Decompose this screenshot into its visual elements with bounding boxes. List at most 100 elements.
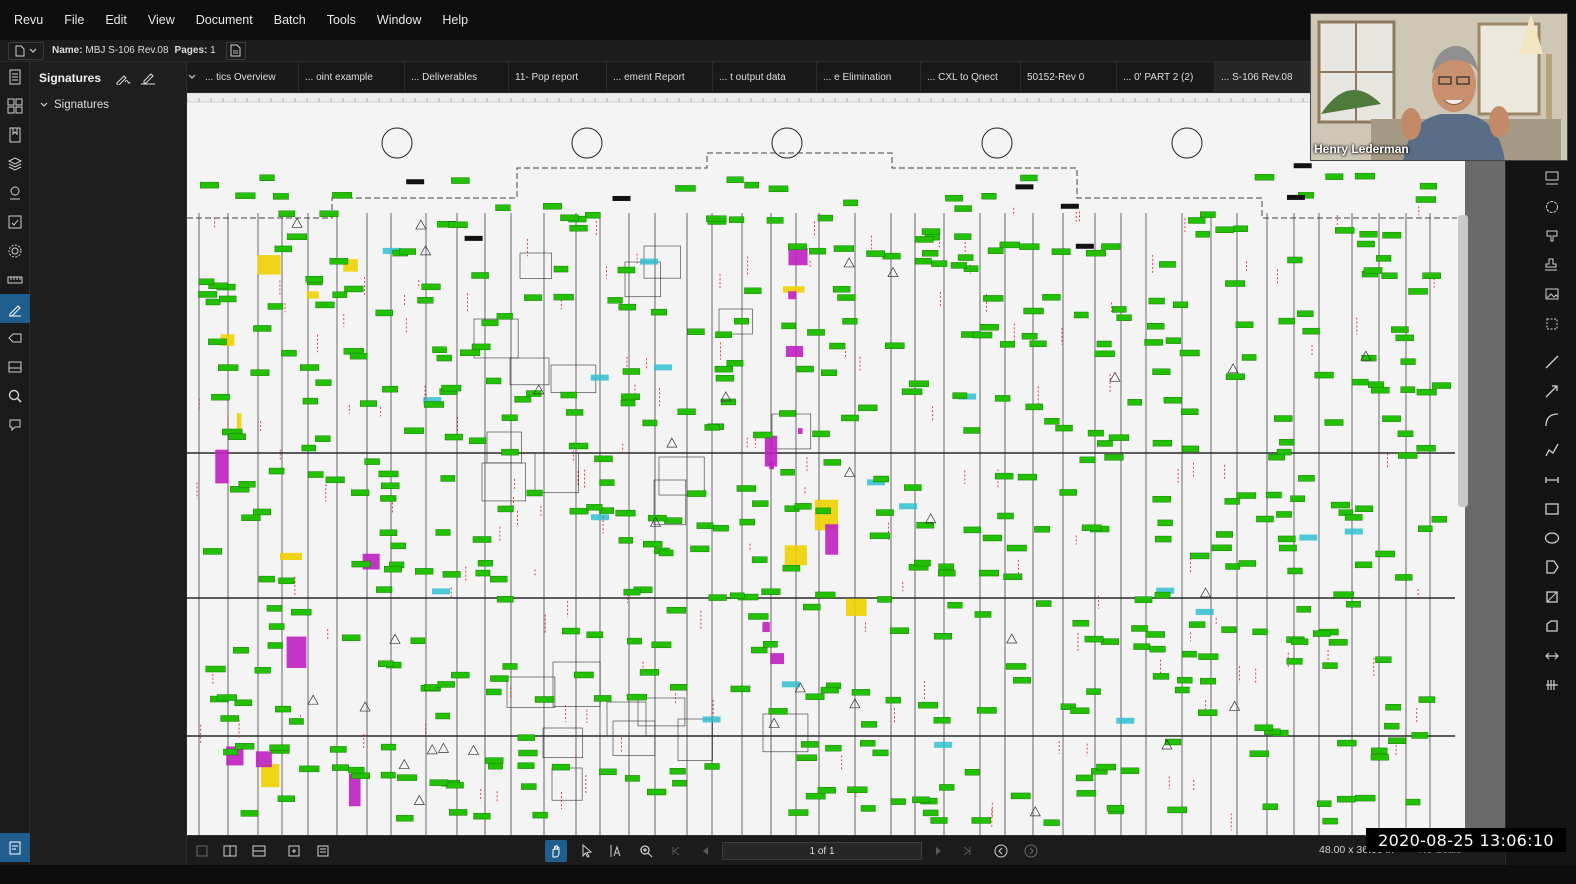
search-tab[interactable]	[0, 381, 30, 410]
zoom-tool-button[interactable]	[635, 840, 657, 862]
cloud-tool[interactable]	[1540, 195, 1564, 219]
file-icon	[9, 69, 21, 84]
ellipse-tool[interactable]	[1540, 526, 1564, 550]
tab-document[interactable]: ... ement Report	[607, 61, 713, 93]
hand-icon	[552, 845, 560, 858]
menu-help[interactable]: Help	[442, 13, 468, 27]
green-check-tag	[720, 398, 736, 406]
properties-tab[interactable]	[0, 236, 30, 265]
menu-view[interactable]: View	[148, 13, 175, 27]
tab-document[interactable]: ... CXL to Qnect	[921, 61, 1021, 93]
digital-id-button[interactable]	[140, 71, 156, 85]
previous-page-button[interactable]	[695, 840, 717, 862]
green-check-tag	[1152, 495, 1171, 503]
revision-triangle	[291, 217, 303, 228]
green-check-tag	[486, 377, 502, 385]
green-check-tag	[748, 613, 769, 620]
compare-button[interactable]	[312, 840, 334, 862]
places-tab[interactable]	[0, 178, 30, 207]
arc-tool[interactable]	[1540, 408, 1564, 432]
document-properties-button[interactable]	[225, 41, 246, 60]
green-check-tag	[1344, 514, 1363, 521]
tab-document[interactable]: ... e Elimination	[817, 61, 921, 93]
links-tab[interactable]	[0, 323, 30, 352]
page-number-field[interactable]: 1 of 1	[722, 842, 922, 860]
next-view-button[interactable]	[1020, 840, 1042, 862]
signatures-tab[interactable]	[0, 294, 30, 323]
bookmarks-tab[interactable]	[0, 120, 30, 149]
count-tool[interactable]	[1540, 673, 1564, 697]
drawing-sheet[interactable]	[187, 93, 1465, 835]
green-check-tag	[1291, 638, 1309, 645]
green-check-tag	[788, 243, 807, 250]
dimension-tool[interactable]	[1540, 468, 1564, 492]
length-tool[interactable]	[1540, 644, 1564, 668]
tab-list-dropdown[interactable]	[187, 62, 197, 93]
revision-triangle	[1109, 371, 1121, 382]
tab-document[interactable]: ... tics Overview	[199, 61, 299, 93]
green-check-tag	[1036, 600, 1052, 607]
video-call-tile[interactable]: Henry Lederman	[1310, 13, 1568, 161]
tab-document[interactable]: 50152-Rev 0	[1021, 61, 1117, 93]
menu-document[interactable]: Document	[196, 13, 253, 27]
tab-document[interactable]: ... 0' PART 2 (2)	[1117, 61, 1215, 93]
snapshot-tool[interactable]	[1540, 312, 1564, 336]
arrow-tool[interactable]	[1540, 379, 1564, 403]
menu-tools[interactable]: Tools	[327, 13, 356, 27]
select-text-button[interactable]	[605, 840, 627, 862]
markups-list-tab[interactable]	[0, 207, 30, 236]
split-horizontal-button[interactable]	[248, 840, 270, 862]
stamp-tool[interactable]	[1540, 253, 1564, 277]
drawing-canvas[interactable]	[187, 93, 1505, 835]
green-check-tag	[937, 569, 956, 577]
tab-document[interactable]: 11- Pop report	[509, 61, 607, 93]
image-tool[interactable]	[1540, 282, 1564, 306]
split-vertical-button[interactable]	[219, 840, 241, 862]
menu-revu[interactable]: Revu	[14, 13, 43, 27]
document-menu-button[interactable]	[8, 41, 44, 60]
callout-tool[interactable]	[1540, 166, 1564, 190]
single-page-view-button[interactable]	[191, 840, 213, 862]
sign-document-button[interactable]	[115, 71, 131, 85]
file-access-tab[interactable]	[0, 62, 30, 91]
tab-document[interactable]: ... t output data	[713, 61, 817, 93]
layers-tab[interactable]	[0, 149, 30, 178]
measurements-tab[interactable]	[0, 265, 30, 294]
green-check-tag	[429, 779, 449, 786]
green-check-tag	[860, 805, 876, 812]
next-page-button[interactable]	[927, 840, 949, 862]
menu-file[interactable]: File	[64, 13, 84, 27]
vertical-scrollbar[interactable]	[1458, 215, 1468, 507]
tab-document[interactable]: ... oint example	[299, 61, 405, 93]
connection-tag	[432, 588, 451, 595]
pan-tool-button[interactable]	[545, 840, 567, 862]
thumbnails-tab[interactable]	[0, 91, 30, 120]
perimeter-tool[interactable]	[1540, 614, 1564, 638]
tab-document[interactable]: ... Deliverables	[405, 61, 509, 93]
green-check-tag	[198, 278, 215, 286]
highlight-tool[interactable]	[1540, 224, 1564, 248]
select-tool-button[interactable]	[576, 840, 598, 862]
area-tool[interactable]	[1540, 585, 1564, 609]
menu-batch[interactable]: Batch	[274, 13, 306, 27]
last-page-button[interactable]	[956, 840, 978, 862]
sync-button[interactable]	[283, 840, 305, 862]
green-check-tag	[1382, 231, 1402, 239]
revision-triangle	[887, 266, 899, 277]
previous-view-button[interactable]	[990, 840, 1012, 862]
menu-edit[interactable]: Edit	[105, 13, 127, 27]
polygon-tool[interactable]	[1540, 555, 1564, 579]
studio-tab[interactable]	[0, 410, 30, 439]
tab-active-document[interactable]: ... S-106 Rev.08	[1215, 61, 1310, 93]
green-check-tag	[817, 787, 836, 794]
polyline-tool[interactable]	[1540, 438, 1564, 462]
first-page-button[interactable]	[665, 840, 687, 862]
rectangle-tool[interactable]	[1540, 497, 1564, 521]
green-check-tag	[618, 537, 634, 544]
menu-window[interactable]: Window	[377, 13, 421, 27]
tool-chest-tab[interactable]	[0, 352, 30, 381]
signatures-tree-item[interactable]: Signatures	[30, 94, 186, 116]
line-tool[interactable]	[1540, 350, 1564, 374]
green-check-tag	[1233, 225, 1248, 232]
panel-toggle-button[interactable]	[0, 833, 30, 862]
